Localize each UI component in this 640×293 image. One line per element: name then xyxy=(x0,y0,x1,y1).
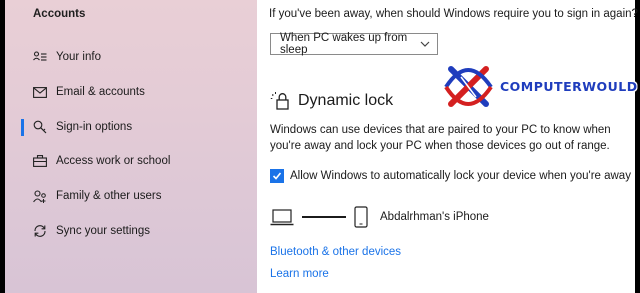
bluetooth-devices-link[interactable]: Bluetooth & other devices xyxy=(270,246,401,258)
briefcase-icon xyxy=(33,154,47,168)
sidebar-item-access-work-school[interactable]: Access work or school xyxy=(5,147,257,175)
require-signin-dropdown[interactable]: When PC wakes up from sleep xyxy=(270,32,438,56)
sidebar-item-label: Sign-in options xyxy=(56,121,133,133)
sidebar-item-email-accounts[interactable]: Email & accounts xyxy=(5,78,257,106)
phone-icon xyxy=(354,206,368,228)
mail-icon xyxy=(33,85,47,99)
person-card-icon xyxy=(33,50,47,64)
paired-device: Abdalrhman's iPhone xyxy=(270,206,489,228)
device-name: Abdalrhman's iPhone xyxy=(380,211,489,223)
dynamic-lock-icon xyxy=(270,92,289,110)
dropdown-value: When PC wakes up from sleep xyxy=(280,32,408,56)
connection-line xyxy=(302,216,346,218)
sidebar-item-label: Access work or school xyxy=(56,155,171,167)
sidebar: Accounts Your info Email & accounts Sign… xyxy=(5,0,257,293)
auto-lock-checkbox[interactable] xyxy=(270,169,284,183)
checkbox-label: Allow Windows to automatically lock your… xyxy=(290,170,631,182)
people-icon xyxy=(33,189,47,203)
sidebar-item-sync-settings[interactable]: Sync your settings xyxy=(5,217,257,245)
sidebar-item-label: Your info xyxy=(56,51,101,63)
sidebar-item-label: Email & accounts xyxy=(56,86,145,98)
selection-indicator xyxy=(21,119,24,136)
dynamic-lock-description: Windows can use devices that are paired … xyxy=(270,124,611,152)
check-icon xyxy=(272,172,282,180)
dynamic-lock-header: Dynamic lock xyxy=(270,90,393,112)
watermark-text: COMPUTERWOULD xyxy=(500,79,638,94)
sidebar-item-label: Sync your settings xyxy=(56,225,150,237)
window-frame: Accounts Your info Email & accounts Sign… xyxy=(0,0,640,293)
sidebar-item-family-users[interactable]: Family & other users xyxy=(5,182,257,210)
laptop-icon xyxy=(270,209,294,226)
section-title: Dynamic lock xyxy=(298,92,394,109)
chevron-down-icon xyxy=(420,41,430,47)
sidebar-item-label: Family & other users xyxy=(56,190,162,202)
sidebar-title: Accounts xyxy=(33,8,86,20)
auto-lock-checkbox-row[interactable]: Allow Windows to automatically lock your… xyxy=(270,169,631,183)
sidebar-item-your-info[interactable]: Your info xyxy=(5,43,257,71)
sync-icon xyxy=(33,224,47,238)
key-icon xyxy=(33,120,47,134)
sidebar-item-sign-in-options[interactable]: Sign-in options xyxy=(5,113,257,141)
main-panel: If you've been away, when should Windows… xyxy=(257,0,638,293)
signin-question: If you've been away, when should Windows… xyxy=(269,8,638,20)
learn-more-link[interactable]: Learn more xyxy=(270,268,329,280)
